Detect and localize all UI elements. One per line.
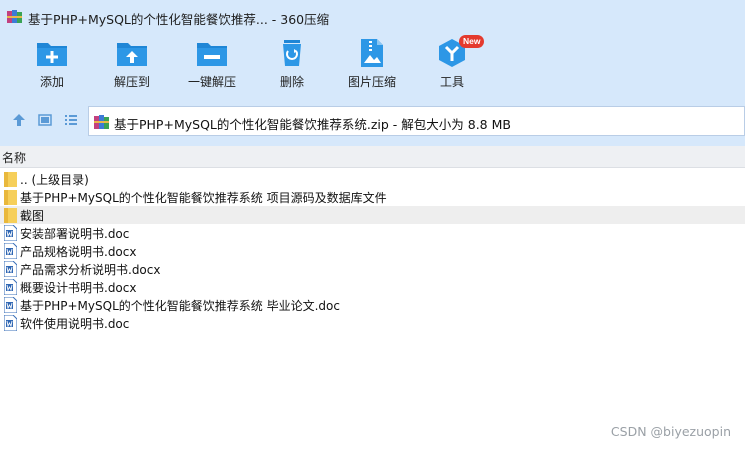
address-path-text: 基于PHP+MySQL的个性化智能餐饮推荐系统.zip - 解包大小为 8.8 … [114,117,511,132]
word-doc-icon [4,279,17,295]
list-item-label: 概要设计书明书.docx [20,281,137,295]
word-doc-icon [4,297,17,313]
list-item-parent-dir[interactable]: .. (上级目录) [0,170,745,188]
list-item-label: 产品规格说明书.docx [20,245,137,259]
folder-icon [4,172,17,187]
archive-file-icon [94,115,109,129]
address-path-field[interactable]: 基于PHP+MySQL的个性化智能餐饮推荐系统.zip - 解包大小为 8.8 … [88,106,745,136]
title-bar: 基于PHP+MySQL的个性化智能餐饮推荐... - 360压缩 [0,0,745,34]
list-item[interactable]: 产品规格说明书.docx [0,242,745,260]
delete-button[interactable]: 删除 [257,38,327,96]
one-click-extract-icon [197,43,227,66]
watermark-text: CSDN @biyezuopin [610,424,731,439]
column-name-label: 名称 [2,151,27,165]
word-doc-icon [4,243,17,259]
list-item[interactable]: 软件使用说明书.doc [0,314,745,332]
file-list: .. (上级目录) 基于PHP+MySQL的个性化智能餐饮推荐系统 项目源码及数… [0,168,745,449]
list-item-label: 产品需求分析说明书.docx [20,263,161,277]
image-compress-icon [361,39,383,67]
list-item-label: 安装部署说明书.doc [20,227,130,241]
up-arrow-icon[interactable] [12,113,26,127]
winrar-books-icon [7,10,22,23]
list-item[interactable]: 基于PHP+MySQL的个性化智能餐饮推荐系统 项目源码及数据库文件 [0,188,745,206]
thumbnail-view-icon[interactable] [38,113,52,127]
list-item-label: .. (上级目录) [20,173,89,187]
list-item-label: 基于PHP+MySQL的个性化智能餐饮推荐系统 项目源码及数据库文件 [20,191,387,205]
list-item[interactable]: 基于PHP+MySQL的个性化智能餐饮推荐系统 毕业论文.doc [0,296,745,314]
folder-icon [4,208,17,223]
add-label: 添加 [39,75,64,89]
list-item-selected[interactable]: 截图 [0,206,745,224]
one-click-extract-button[interactable]: 一键解压 [177,38,247,96]
list-view-icon[interactable] [64,113,78,127]
recycle-bin-icon [283,40,301,66]
word-doc-icon [4,261,17,277]
list-item[interactable]: 安装部署说明书.doc [0,224,745,242]
list-item-label: 截图 [20,209,45,223]
tools-button[interactable]: New 工具 [417,35,487,96]
word-doc-icon [4,225,17,241]
tools-label: 工具 [439,75,464,89]
window-title: 基于PHP+MySQL的个性化智能餐饮推荐... - 360压缩 [28,12,330,27]
list-item-label: 软件使用说明书.doc [20,317,130,331]
word-doc-icon [4,315,17,331]
extract-to-label: 解压到 [113,75,150,89]
extract-folder-icon [117,43,147,66]
list-item[interactable]: 概要设计书明书.docx [0,278,745,296]
delete-label: 删除 [279,75,304,89]
extract-to-button[interactable]: 解压到 [97,38,167,96]
one-click-extract-label: 一键解压 [187,75,236,89]
new-badge: New [459,35,485,48]
image-compress-button[interactable]: 图片压缩 [337,38,407,96]
add-button[interactable]: 添加 [17,38,87,96]
image-compress-label: 图片压缩 [347,75,396,89]
list-item[interactable]: 产品需求分析说明书.docx [0,260,745,278]
folder-icon [4,190,17,205]
column-header-name[interactable]: 名称 [0,146,745,168]
toolbar: 添加 解压到 一键解压 删除 图片压缩 New 工具 [0,34,745,98]
add-folder-icon [37,43,67,66]
address-bar-row: 基于PHP+MySQL的个性化智能餐饮推荐系统.zip - 解包大小为 8.8 … [0,98,745,146]
list-item-label: 基于PHP+MySQL的个性化智能餐饮推荐系统 毕业论文.doc [20,299,340,313]
